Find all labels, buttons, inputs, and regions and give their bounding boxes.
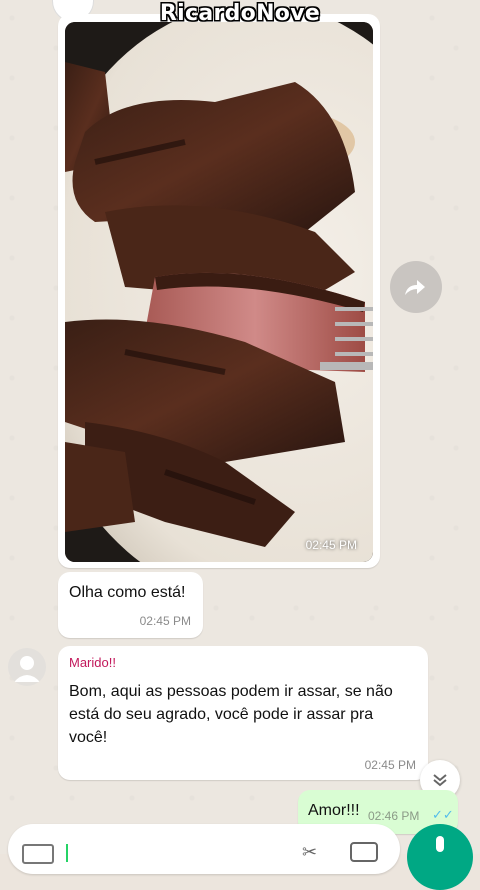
sender-name[interactable]: Marido!!	[69, 655, 116, 670]
keyboard-icon[interactable]	[22, 844, 54, 864]
message-bubble-incoming[interactable]: Olha como está! 02:45 PM	[58, 572, 203, 638]
message-timestamp: 02:45 PM	[139, 614, 191, 628]
message-text: Bom, aqui as pessoas podem ir assar, se …	[69, 683, 393, 746]
message-bubble-incoming-group[interactable]: Marido!! Bom, aqui as pessoas podem ir a…	[58, 646, 428, 780]
forward-button[interactable]	[390, 261, 442, 313]
chevrons-down-icon	[433, 774, 447, 787]
steak-photo[interactable]: 02:45 PM	[65, 22, 373, 562]
watermark: RicardoNove	[159, 1, 321, 26]
user-avatar-icon[interactable]	[8, 648, 46, 686]
camera-icon[interactable]	[350, 842, 378, 862]
text-cursor	[66, 844, 68, 862]
message-text: Amor!!!	[308, 802, 360, 819]
message-text: Olha como está!	[69, 584, 186, 601]
image-timestamp: 02:45 PM	[305, 538, 357, 552]
message-timestamp: 02:45 PM	[364, 758, 416, 772]
mic-icon	[436, 836, 444, 852]
image-message-bubble[interactable]: 02:45 PM	[58, 14, 380, 568]
forward-icon	[405, 280, 425, 295]
steak-illustration	[65, 22, 373, 562]
voice-message-button[interactable]	[407, 824, 473, 890]
attach-icon[interactable]: ✂	[302, 842, 317, 863]
message-composer[interactable]: ✂	[8, 824, 400, 874]
read-ticks-icon: ✓✓	[432, 807, 454, 822]
message-timestamp: 02:46 PM	[368, 809, 420, 823]
